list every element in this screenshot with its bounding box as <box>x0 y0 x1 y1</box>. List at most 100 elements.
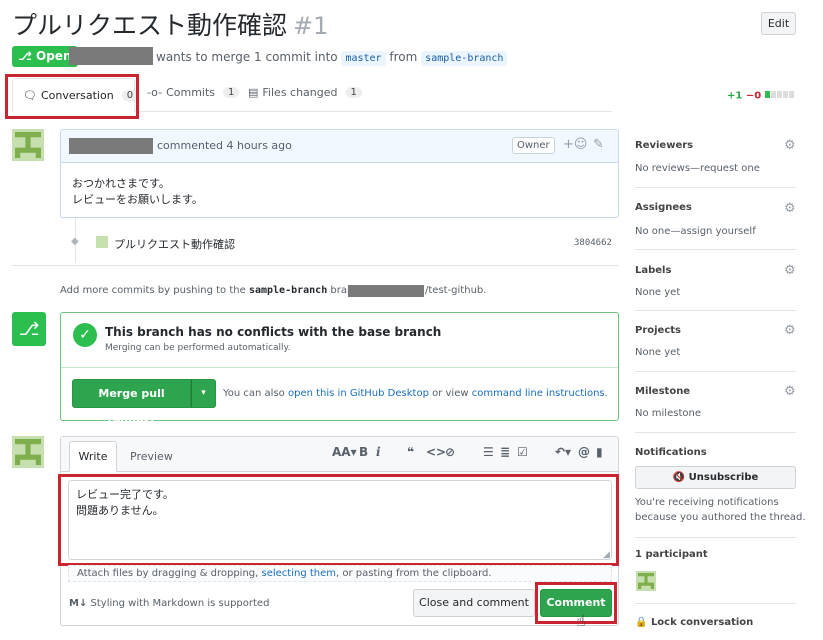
numbered-list-icon[interactable]: ≣ <box>500 445 510 459</box>
pr-number: #1 <box>293 12 329 40</box>
sidebar-divider <box>635 187 796 188</box>
lock-label: Lock conversation <box>650 617 754 628</box>
also-text: You can also <box>223 388 285 399</box>
check-icon: ✓ <box>73 323 97 347</box>
participant-avatar[interactable] <box>636 571 656 591</box>
attach-prefix: Attach files by dragging & dropping, <box>77 568 259 579</box>
caret-down-icon: ▾ <box>201 388 206 398</box>
edit-pencil-icon[interactable]: ✎ <box>593 137 604 152</box>
assignees-gear-icon[interactable]: ⚙ <box>784 201 796 216</box>
labels-gear-icon[interactable]: ⚙ <box>784 263 796 278</box>
file-diff-icon: ▤ <box>248 86 259 99</box>
cli-instructions-link[interactable]: command line instructions <box>472 388 605 399</box>
reply-icon[interactable]: ↶▾ <box>555 445 571 459</box>
avatar[interactable] <box>12 129 44 161</box>
commenter-redacted <box>69 138 153 154</box>
sidebar-divider <box>635 603 796 604</box>
tab-write[interactable]: Write <box>69 441 117 472</box>
commit-sha[interactable]: 3804662 <box>574 238 612 248</box>
labels-value: None yet <box>635 287 681 298</box>
owner-badge: Owner <box>512 137 555 154</box>
add-reaction-icon[interactable]: +☺ <box>563 137 587 152</box>
push-hint-branch: sample-branch <box>248 285 328 296</box>
push-hint: Add more commits by pushing to the sampl… <box>60 285 381 296</box>
or-text: or view <box>432 388 469 399</box>
unsubscribe-button[interactable]: 🔇 Unsubscribe <box>635 466 796 489</box>
bold-icon[interactable]: B <box>359 445 368 459</box>
tab-preview[interactable]: Preview <box>130 450 173 463</box>
merge-info: wants to merge 1 commit into master from… <box>156 50 508 66</box>
comment-body: おつかれさまです。 レビューをお願いします。 <box>72 176 203 208</box>
pull-request-icon: ⎇ <box>18 49 32 63</box>
merge-divider <box>61 367 618 368</box>
assignees-value[interactable]: No one—assign yourself <box>635 226 756 237</box>
state-label: Open <box>36 49 72 63</box>
notification-reason-1: You're receiving notifications <box>635 497 779 508</box>
bulleted-list-icon[interactable]: ☰ <box>483 445 494 459</box>
sidebar-divider <box>635 432 796 433</box>
projects-value: None yet <box>635 347 681 358</box>
code-icon[interactable]: <> <box>426 445 446 459</box>
sidebar-divider <box>635 310 796 311</box>
sidebar-divider <box>635 371 796 372</box>
select-files-link[interactable]: selecting them <box>262 568 337 579</box>
tab-commits-count: 1 <box>223 87 240 98</box>
comment-action: commented 4 hours ago <box>157 139 292 152</box>
merge-branch-icon: ⎇ <box>12 312 46 346</box>
markdown-icon: M↓ <box>69 598 88 609</box>
notification-reason: You're receiving notifications because y… <box>635 495 806 525</box>
hand-cursor-icon: ☝ <box>576 611 586 630</box>
assignees-title[interactable]: Assignees <box>635 202 692 213</box>
push-hint-prefix: Add more commits by pushing to the <box>60 285 246 296</box>
merge-alternatives: You can also open this in GitHub Desktop… <box>223 388 608 399</box>
milestone-title[interactable]: Milestone <box>635 386 690 397</box>
base-branch[interactable]: master <box>341 51 386 66</box>
commit-message[interactable]: プルリクエスト動作確認 <box>114 236 235 252</box>
projects-gear-icon[interactable]: ⚙ <box>784 323 796 338</box>
italic-icon[interactable]: i <box>376 445 381 459</box>
state-badge: ⎇ Open <box>12 46 78 67</box>
pr-title: プルリクエスト動作確認 #1 <box>12 6 328 42</box>
diffstat-bar <box>764 90 794 101</box>
bookmark-icon[interactable]: ▮ <box>596 445 603 459</box>
attach-files-bar[interactable]: Attach files by dragging & dropping, sel… <box>68 565 612 582</box>
text-size-icon[interactable]: AA▾ <box>332 445 357 459</box>
lock-conversation[interactable]: 🔒 Lock conversation <box>635 617 753 628</box>
link-icon[interactable]: ⊘ <box>445 445 455 459</box>
merge-options-dropdown[interactable]: ▾ <box>191 379 216 408</box>
comment-line-1: おつかれさまです。 <box>72 177 170 190</box>
close-and-comment-button[interactable]: Close and comment <box>413 589 535 617</box>
milestone-value: No milestone <box>635 408 701 419</box>
unsubscribe-label: Unsubscribe <box>688 472 759 483</box>
period-text: . <box>604 388 608 399</box>
edit-button[interactable]: Edit <box>761 12 796 35</box>
reviewers-value[interactable]: No reviews—request one <box>635 163 760 174</box>
commit-icon: -o- <box>147 86 163 99</box>
my-avatar[interactable] <box>12 436 44 468</box>
quote-icon[interactable]: ❝ <box>407 445 414 459</box>
task-list-icon[interactable]: ☑ <box>517 445 528 459</box>
repo-owner-redacted <box>348 285 424 297</box>
mention-icon[interactable]: @ <box>578 445 590 459</box>
author-redacted <box>69 47 153 65</box>
tab-commits[interactable]: -o- Commits 1 <box>147 86 240 99</box>
merge-pull-request-button[interactable]: Merge pull request <box>72 379 191 427</box>
notification-reason-2: because you authored the thread. <box>635 512 806 523</box>
tab-commits-label: Commits <box>166 86 216 99</box>
reviewers-title[interactable]: Reviewers <box>635 140 693 151</box>
reviewers-gear-icon[interactable]: ⚙ <box>784 138 796 153</box>
markdown-hint-text: Styling with Markdown is supported <box>90 598 270 609</box>
diffstat-del: −0 <box>745 90 762 102</box>
highlight-conversation-tab <box>5 74 139 119</box>
head-branch[interactable]: sample-branch <box>421 51 508 66</box>
tab-files-changed[interactable]: ▤ Files changed 1 <box>248 86 362 99</box>
projects-title[interactable]: Projects <box>635 325 681 336</box>
merge-status-sub: Merging can be performed automatically. <box>105 343 291 353</box>
markdown-hint[interactable]: M↓ Styling with Markdown is supported <box>69 598 269 609</box>
highlight-textarea <box>58 474 619 566</box>
milestone-gear-icon[interactable]: ⚙ <box>784 384 796 399</box>
merge-text: wants to merge 1 commit into <box>156 50 338 64</box>
open-desktop-link[interactable]: open this in GitHub Desktop <box>288 388 429 399</box>
labels-title[interactable]: Labels <box>635 265 671 276</box>
sidebar-divider <box>635 537 796 538</box>
